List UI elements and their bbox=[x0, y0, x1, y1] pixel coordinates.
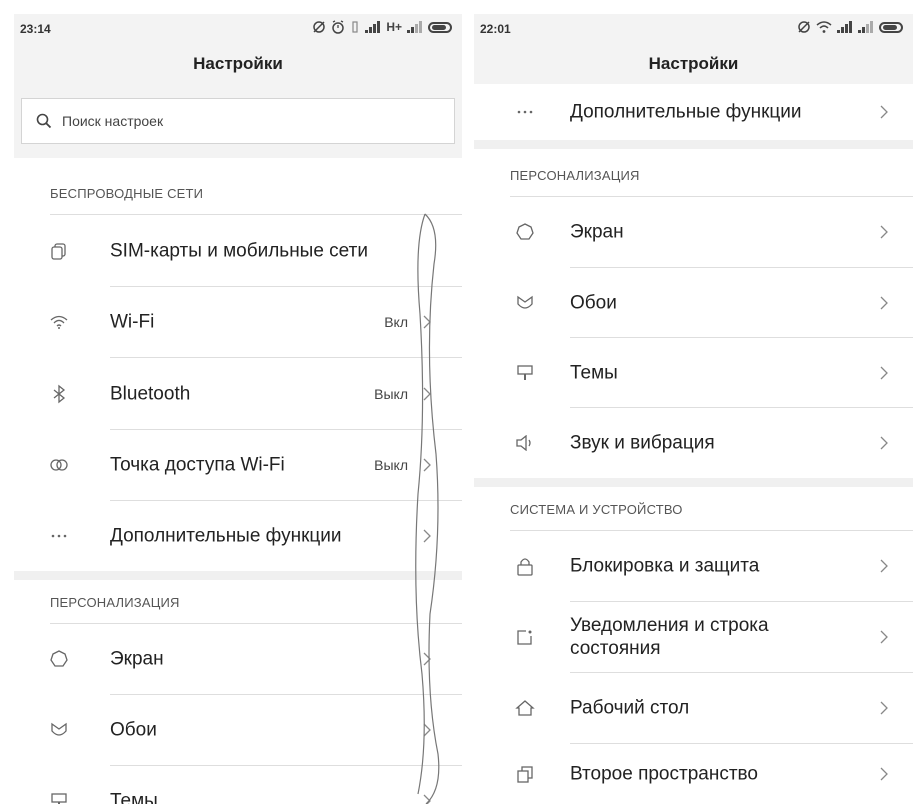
section-personalization: ПЕРСОНАЛИЗАЦИЯ bbox=[510, 168, 640, 183]
chevron-right-icon bbox=[880, 296, 888, 309]
settings-item-label: Точка доступа Wi-Fi bbox=[110, 454, 285, 476]
chevron-right-icon bbox=[423, 387, 431, 400]
brightness-icon bbox=[48, 648, 70, 670]
more-icon bbox=[48, 525, 70, 547]
wifi-icon bbox=[48, 311, 70, 333]
settings-item-label: Wi-Fi bbox=[110, 311, 155, 333]
settings-item-label: SIM-карты и мобильные сети bbox=[110, 240, 368, 261]
settings-item-label: Рабочий стол bbox=[570, 697, 690, 719]
chevron-right-icon bbox=[423, 723, 431, 737]
settings-item-label: Экран bbox=[110, 648, 164, 670]
settings-item-label: Темы bbox=[110, 790, 158, 804]
section-system: СИСТЕМА И УСТРОЙСТВО bbox=[510, 502, 683, 517]
signal-icon bbox=[365, 21, 381, 33]
wifi-status-icon bbox=[816, 21, 832, 33]
settings-item-value: Выкл bbox=[374, 385, 408, 402]
settings-list: БЕСПРОВОДНЫЕ СЕТИ SIM-карты и мобильные … bbox=[14, 158, 462, 804]
settings-item-screen[interactable]: Экран bbox=[474, 197, 913, 267]
sim-icon bbox=[48, 240, 70, 262]
page-title: Настройки bbox=[193, 54, 283, 73]
settings-item-label: Дополнительные функции bbox=[570, 101, 802, 123]
status-bar: 22:01 bbox=[474, 14, 913, 44]
notification-icon bbox=[514, 626, 536, 648]
chevron-right-icon bbox=[423, 529, 431, 543]
bluetooth-icon bbox=[48, 383, 70, 405]
settings-item-label: Экран bbox=[570, 221, 624, 243]
settings-item-sim[interactable]: SIM-карты и мобильные сети bbox=[14, 215, 462, 286]
settings-item-label: Дополнительные функции bbox=[110, 525, 342, 547]
chevron-right-icon bbox=[423, 652, 431, 666]
chevron-right-icon bbox=[423, 458, 431, 472]
wallpaper-icon bbox=[514, 292, 536, 314]
settings-item-label: Блокировка и защита bbox=[570, 555, 760, 577]
signal-icon bbox=[837, 21, 852, 33]
settings-item-label: Звук и вибрация bbox=[570, 432, 715, 454]
chevron-right-icon bbox=[423, 315, 431, 329]
settings-item-label: Второе пространство bbox=[570, 763, 758, 785]
settings-item-label: Уведомления и строка состояния bbox=[570, 615, 769, 659]
signal-2-icon bbox=[858, 21, 873, 33]
settings-item-wifi[interactable]: Wi-Fi Вкл bbox=[14, 287, 462, 357]
chevron-right-icon bbox=[880, 105, 888, 119]
status-time: 23:14 bbox=[20, 22, 51, 36]
settings-item-label: Обои bbox=[110, 719, 157, 741]
vibrate-icon bbox=[352, 21, 358, 33]
chevron-right-icon bbox=[880, 366, 888, 379]
left-settings-screen: 23:14 H+ Настройки Поиск настроек БЕСПРО… bbox=[14, 14, 462, 804]
right-settings-screen: 22:01 Настройки Дополнительные функции П… bbox=[474, 14, 913, 804]
more-icon bbox=[514, 101, 536, 123]
page-title: Настройки bbox=[648, 54, 739, 73]
status-bar: 23:14 H+ bbox=[14, 14, 462, 44]
chevron-right-icon bbox=[880, 559, 888, 573]
settings-item-hotspot[interactable]: Точка доступа Wi-Fi Выкл bbox=[14, 430, 462, 500]
status-time: 22:01 bbox=[480, 22, 511, 36]
dnd-icon bbox=[313, 21, 326, 33]
dnd-icon bbox=[798, 21, 810, 33]
settings-item-desktop[interactable]: Рабочий стол bbox=[474, 673, 913, 743]
signal-2-icon bbox=[407, 21, 422, 33]
settings-item-themes[interactable]: Темы bbox=[474, 338, 913, 407]
search-input[interactable]: Поиск настроек bbox=[21, 98, 455, 144]
themes-icon bbox=[514, 362, 536, 384]
chevron-right-icon bbox=[880, 436, 888, 450]
sound-icon bbox=[514, 432, 536, 454]
search-icon bbox=[36, 113, 52, 129]
battery-icon bbox=[428, 21, 452, 33]
second-space-icon bbox=[514, 763, 536, 785]
lock-icon bbox=[514, 555, 536, 577]
settings-item-wallpaper[interactable]: Обои bbox=[14, 695, 462, 765]
settings-item-bluetooth[interactable]: Bluetooth Выкл bbox=[14, 358, 462, 429]
settings-item-lock[interactable]: Блокировка и защита bbox=[474, 531, 913, 601]
settings-item-sound[interactable]: Звук и вибрация bbox=[474, 408, 913, 478]
settings-item-label: Bluetooth bbox=[110, 383, 191, 404]
chevron-right-icon bbox=[880, 225, 888, 239]
search-placeholder: Поиск настроек bbox=[62, 113, 164, 129]
hotspot-icon bbox=[48, 454, 70, 476]
settings-item-screen[interactable]: Экран bbox=[14, 624, 462, 694]
themes-icon bbox=[48, 790, 70, 804]
settings-item-second-space[interactable]: Второе пространство bbox=[474, 744, 913, 804]
chevron-right-icon bbox=[880, 701, 888, 715]
network-type: H+ bbox=[386, 20, 402, 34]
chevron-right-icon bbox=[880, 630, 888, 644]
settings-item-value: Выкл bbox=[374, 457, 408, 473]
settings-list: Дополнительные функции ПЕРСОНАЛИЗАЦИЯ Эк… bbox=[474, 84, 913, 804]
settings-item-more[interactable]: Дополнительные функции bbox=[14, 501, 462, 571]
settings-item-notifications[interactable]: Уведомления и строка состояния bbox=[474, 602, 913, 672]
chevron-right-icon bbox=[880, 767, 888, 781]
section-personalization: ПЕРСОНАЛИЗАЦИЯ bbox=[50, 595, 180, 610]
settings-item-themes[interactable]: Темы bbox=[14, 766, 462, 804]
home-icon bbox=[514, 697, 536, 719]
settings-item-value: Вкл bbox=[384, 314, 408, 330]
settings-item-label: Темы bbox=[570, 362, 618, 383]
settings-item-wallpaper[interactable]: Обои bbox=[474, 268, 913, 337]
chevron-right-icon bbox=[423, 794, 431, 804]
section-wireless: БЕСПРОВОДНЫЕ СЕТИ bbox=[50, 186, 204, 201]
alarm-icon bbox=[332, 20, 345, 34]
battery-icon bbox=[879, 21, 903, 33]
brightness-icon bbox=[514, 221, 536, 243]
settings-item-more[interactable]: Дополнительные функции bbox=[474, 84, 913, 140]
wallpaper-icon bbox=[48, 719, 70, 741]
settings-item-label: Обои bbox=[570, 292, 617, 313]
